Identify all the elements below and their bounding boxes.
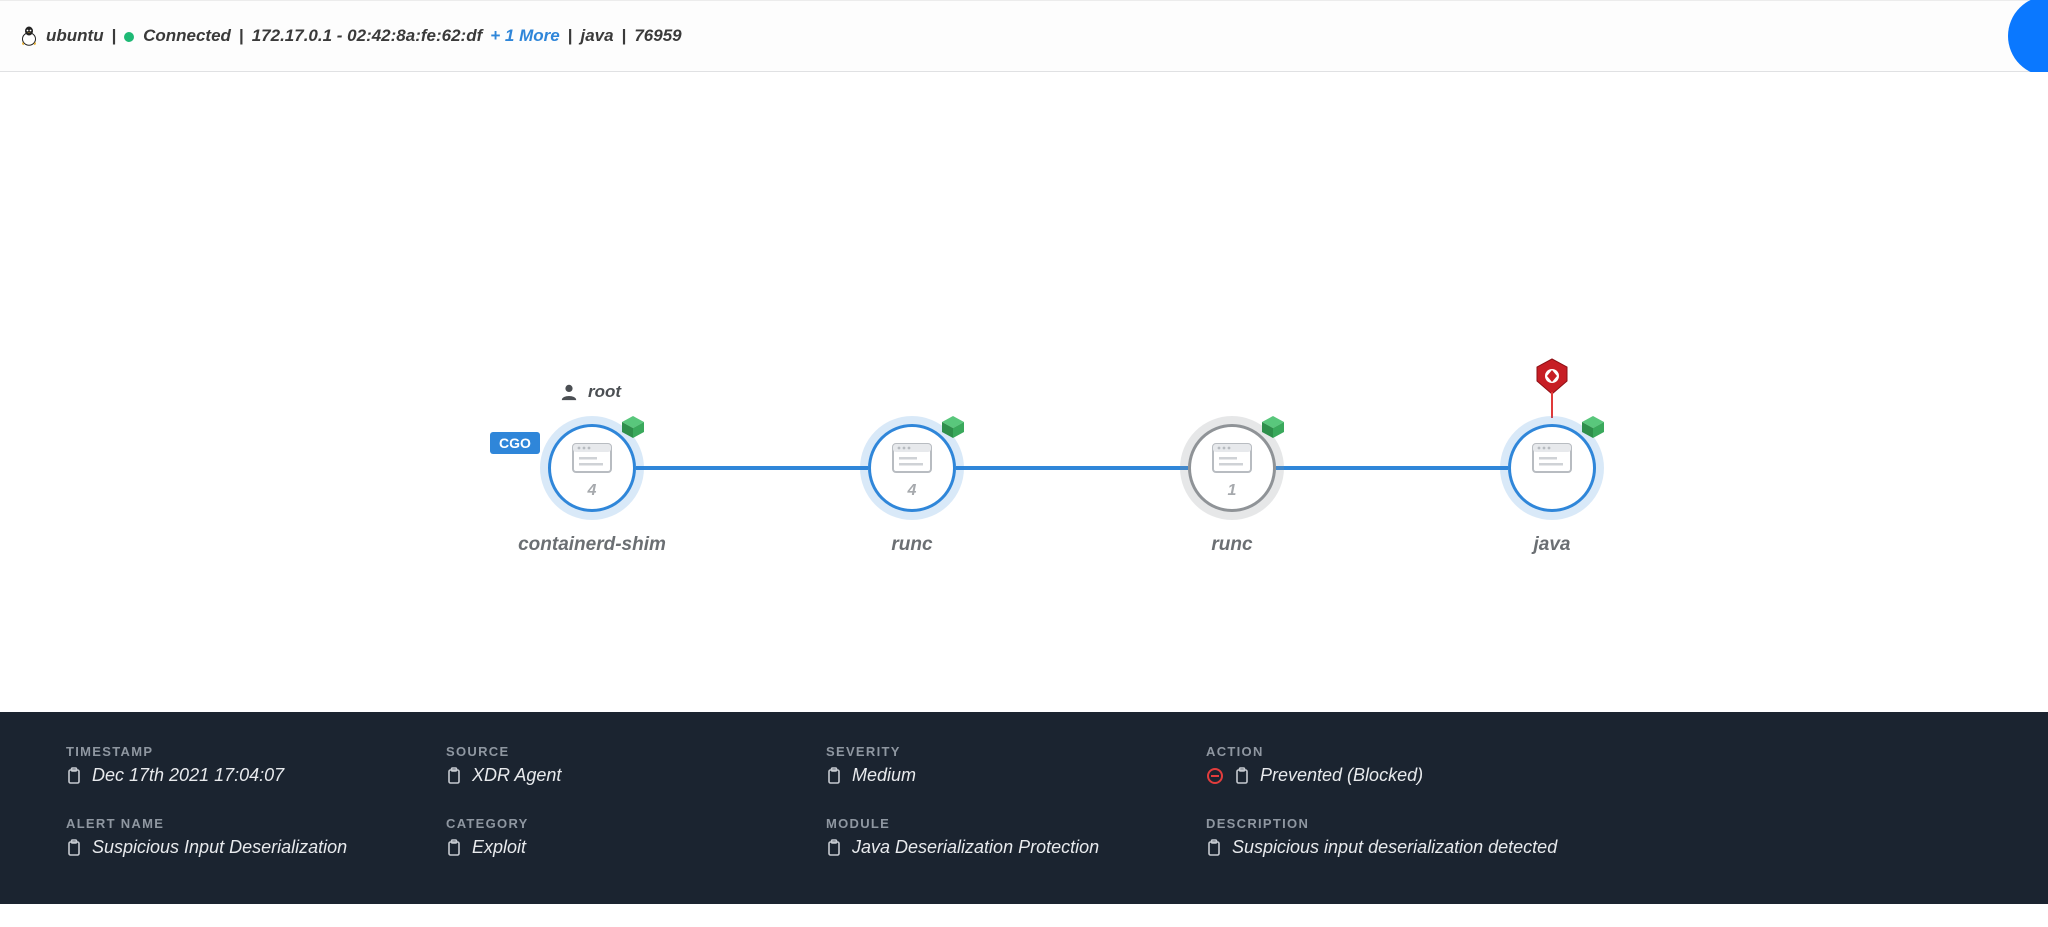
- detail-label: SEVERITY: [826, 744, 1206, 759]
- blocked-icon: [1206, 767, 1224, 785]
- container-cube-icon: [620, 414, 646, 440]
- clipboard-icon[interactable]: [826, 767, 842, 785]
- process-user-name: root: [588, 382, 621, 402]
- detail-value: Suspicious input deserialization detecte…: [1232, 837, 1557, 858]
- more-addresses-link[interactable]: + 1 More: [490, 26, 559, 46]
- process-node-label: java: [1534, 534, 1571, 556]
- clipboard-icon[interactable]: [66, 839, 82, 857]
- detail-value: Java Deserialization Protection: [852, 837, 1099, 858]
- clipboard-icon[interactable]: [1206, 839, 1222, 857]
- process-window-icon: [572, 443, 612, 483]
- detail-label: ACTION: [1206, 744, 1982, 759]
- detail-timestamp: TIMESTAMP Dec 17th 2021 17:04:07: [66, 744, 446, 786]
- detail-label: SOURCE: [446, 744, 826, 759]
- container-cube-icon: [1580, 414, 1606, 440]
- breadcrumb: ubuntu | Connected | 172.17.0.1 - 02:42:…: [20, 26, 682, 46]
- process-node-label: runc: [891, 534, 932, 556]
- status-text: Connected: [143, 26, 231, 45]
- separator: |: [112, 26, 117, 46]
- process-children-count: 1: [1191, 482, 1273, 500]
- clipboard-icon[interactable]: [826, 839, 842, 857]
- alert-detail-panel: TIMESTAMP Dec 17th 2021 17:04:07 SOURCE …: [0, 712, 2048, 904]
- container-cube-icon: [1260, 414, 1286, 440]
- process-window-icon: [892, 443, 932, 483]
- clipboard-icon[interactable]: [446, 767, 462, 785]
- header-bar: ubuntu | Connected | 172.17.0.1 - 02:42:…: [0, 0, 2048, 72]
- host-name[interactable]: ubuntu: [46, 26, 104, 46]
- process-node-runc[interactable]: 4 runc: [868, 424, 956, 512]
- process-node-label: runc: [1211, 534, 1252, 556]
- connection-status: Connected: [124, 26, 231, 46]
- user-icon: [560, 383, 578, 401]
- detail-category: CATEGORY Exploit: [446, 816, 826, 858]
- detail-alert-name: ALERT NAME Suspicious Input Deserializat…: [66, 816, 446, 858]
- linux-icon: [20, 26, 38, 46]
- process-children-count: 4: [551, 482, 633, 500]
- process-node-java[interactable]: java: [1508, 424, 1596, 512]
- alert-pin-stalk: [1551, 392, 1553, 418]
- clipboard-icon[interactable]: [446, 839, 462, 857]
- detail-severity: SEVERITY Medium: [826, 744, 1206, 786]
- container-cube-icon: [940, 414, 966, 440]
- detail-label: ALERT NAME: [66, 816, 446, 831]
- separator: |: [568, 26, 573, 46]
- process-window-icon: [1212, 443, 1252, 483]
- detail-value: XDR Agent: [472, 765, 561, 786]
- connector-line: [1276, 466, 1508, 470]
- host-address: 172.17.0.1 - 02:42:8a:fe:62:df: [252, 26, 483, 46]
- process-pid: 76959: [634, 26, 681, 46]
- separator: |: [239, 26, 244, 46]
- detail-label: MODULE: [826, 816, 1206, 831]
- connector-line: [956, 466, 1188, 470]
- detail-value: Dec 17th 2021 17:04:07: [92, 765, 284, 786]
- process-node-runc-2[interactable]: 1 runc: [1188, 424, 1276, 512]
- process-window-icon: [1532, 443, 1572, 483]
- separator: |: [622, 26, 627, 46]
- detail-value: Suspicious Input Deserialization: [92, 837, 347, 858]
- detail-module: MODULE Java Deserialization Protection: [826, 816, 1206, 858]
- process-node-label: containerd-shim: [518, 534, 666, 556]
- clipboard-icon[interactable]: [66, 767, 82, 785]
- process-user-label: root: [560, 382, 621, 402]
- cgo-badge: CGO: [490, 432, 540, 454]
- process-tree-diagram[interactable]: root CGO 4 cont: [0, 72, 2048, 712]
- process-children-count: 4: [871, 482, 953, 500]
- detail-label: TIMESTAMP: [66, 744, 446, 759]
- detail-label: DESCRIPTION: [1206, 816, 1982, 831]
- connector-line: [636, 466, 868, 470]
- header-action-button[interactable]: [2008, 0, 2048, 76]
- status-dot-icon: [124, 32, 134, 42]
- detail-description: DESCRIPTION Suspicious input deserializa…: [1206, 816, 1982, 858]
- alert-shield-icon[interactable]: [1532, 356, 1572, 406]
- detail-action: ACTION Prevented (Blocked): [1206, 744, 1982, 786]
- process-node-containerd-shim[interactable]: CGO 4 containerd-shim: [548, 424, 636, 512]
- clipboard-icon[interactable]: [1234, 767, 1250, 785]
- detail-label: CATEGORY: [446, 816, 826, 831]
- detail-value: Exploit: [472, 837, 526, 858]
- detail-value: Medium: [852, 765, 916, 786]
- detail-value: Prevented (Blocked): [1260, 765, 1423, 786]
- detail-source: SOURCE XDR Agent: [446, 744, 826, 786]
- process-name[interactable]: java: [580, 26, 613, 46]
